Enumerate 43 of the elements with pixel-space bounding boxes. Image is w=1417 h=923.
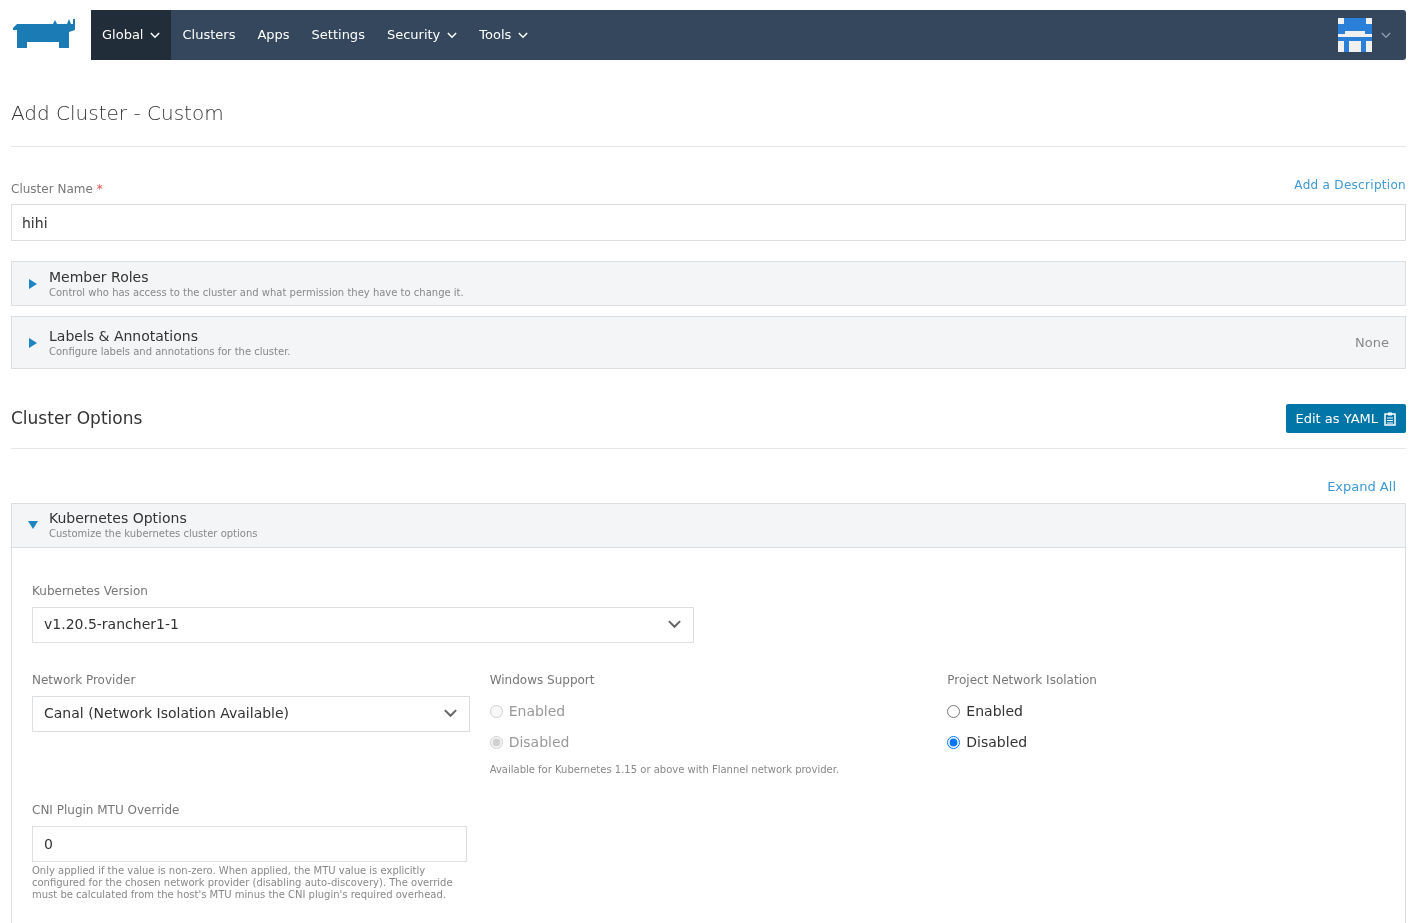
accordion-subtitle: Customize the kubernetes cluster options — [49, 527, 259, 541]
help-text: Available for Kubernetes 1.15 or above with Flannel network provider. — [489, 762, 841, 777]
avatar-icon[interactable] — [1338, 18, 1372, 52]
field-label: Project Network Isolation — [947, 671, 1098, 689]
accordion-header[interactable]: Member Roles Control who has access to the cluster and what permission they have to change it. — [11, 261, 1406, 306]
radio-button[interactable] — [947, 704, 961, 718]
accordion-title: Kubernetes Options — [49, 509, 188, 527]
accordion-header[interactable]: Kubernetes Options Customize the kubernetes cluster options — [11, 502, 1406, 548]
nav-item[interactable]: Tools — [468, 10, 540, 60]
radio-label[interactable]: Enabled — [966, 700, 1023, 722]
caret-down-icon — [28, 520, 38, 530]
edit-as-yaml-button[interactable]: Edit as YAML — [1285, 404, 1406, 433]
chevron-down-icon — [1381, 31, 1391, 39]
caret-right-icon — [28, 337, 38, 348]
accordion-subtitle: Control who has access to the cluster and what permission they have to change it. — [49, 285, 465, 300]
mtu-field[interactable]: 0 — [32, 825, 467, 862]
field-label: Kubernetes Version — [32, 582, 149, 600]
field-label: CNI Plugin MTU Override — [32, 801, 181, 819]
chevron-down-icon — [442, 709, 458, 718]
nav-item[interactable]: Global — [91, 10, 172, 60]
help-text: Only applied if the value is non-zero. When applied, the MTU value is explicitly configured for the chosen network provider (disabling auto-discovery). The override must be calculated from the host's MTU minus the CNI plugin's required overhead. — [32, 864, 454, 901]
page-title: Add Cluster - Custom — [11, 100, 225, 127]
field-label: Windows Support — [489, 671, 596, 689]
clipboard-icon — [1384, 411, 1396, 426]
cluster-name-field[interactable]: hihi — [11, 204, 1406, 241]
dropdown-select[interactable]: v1.20.5-rancher1-1 — [32, 606, 694, 643]
accordion-header[interactable]: Labels & Annotations Configure labels and annotations for the cluster. None — [11, 316, 1406, 369]
field-label: Cluster Name * — [11, 181, 103, 198]
accordion-subtitle: Configure labels and annotations for the cluster. — [49, 344, 292, 359]
nav-item[interactable]: Security — [375, 10, 469, 60]
radio-button[interactable] — [947, 735, 961, 749]
dropdown-select[interactable]: Canal (Network Isolation Available) — [32, 695, 470, 732]
nav-item[interactable]: Settings — [300, 10, 376, 60]
section-heading: Cluster Options — [11, 406, 143, 430]
accordion-title: Labels & Annotations — [49, 326, 199, 345]
nav-item[interactable]: Apps — [246, 10, 301, 60]
accordion-summary: None — [1355, 333, 1389, 352]
caret-right-icon — [28, 278, 38, 289]
field-label: Network Provider — [32, 671, 137, 689]
accordion-title: Member Roles — [49, 267, 150, 286]
nav-item[interactable]: Clusters — [171, 10, 247, 60]
radio-label[interactable]: Disabled — [966, 731, 1028, 753]
chevron-down-icon — [667, 620, 682, 629]
